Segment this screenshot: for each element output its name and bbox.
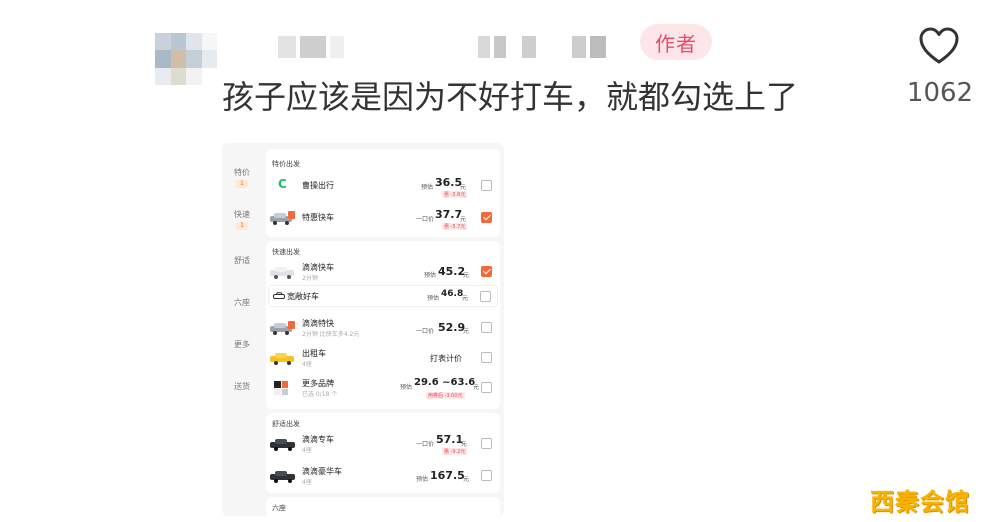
discount-tag: 用券后 -3.00元 bbox=[426, 392, 465, 399]
section-title: 六座 bbox=[272, 504, 286, 512]
list-item[interactable]: 特惠快车 一口价 37.7 元 惠 -5.7元 bbox=[266, 203, 500, 233]
sidebar-item-six-seat[interactable]: 六座 bbox=[222, 297, 262, 308]
sidebar-item-delivery[interactable]: 送货 bbox=[222, 381, 262, 392]
car-icon bbox=[270, 471, 295, 483]
section-title: 快速出发 bbox=[272, 248, 300, 256]
section-six-seat: 六座 bbox=[266, 497, 500, 516]
section-comfort: 舒适出发 滴滴专车 4座 一口价 57.1 元 惠 -9.2元 滴滴豪华车 4座… bbox=[266, 413, 500, 493]
username-blurred-2 bbox=[478, 36, 536, 58]
list-item[interactable]: 宽敞好车 预估 46.8 元 bbox=[268, 285, 498, 307]
sidebar-item-more[interactable]: 更多 bbox=[222, 339, 262, 350]
select-checkbox[interactable] bbox=[481, 352, 492, 363]
select-checkbox[interactable] bbox=[480, 291, 491, 302]
list-item[interactable]: 滴滴豪华车 4座 预估 167.5 元 bbox=[266, 461, 500, 491]
select-checkbox[interactable] bbox=[481, 180, 492, 191]
section-special: 特价出发 C 曹操出行 预估 36.5 元 惠 -3.8元 特惠快车 一口价 3… bbox=[266, 149, 500, 237]
select-checkbox[interactable] bbox=[481, 322, 492, 333]
taxi-icon bbox=[270, 353, 294, 365]
list-item[interactable]: C 曹操出行 预估 36.5 元 惠 -3.8元 bbox=[266, 171, 500, 201]
section-title: 特价出发 bbox=[272, 160, 300, 168]
car-icon bbox=[270, 211, 295, 225]
sidebar-item-fast[interactable]: 快速 1 bbox=[222, 209, 262, 230]
watermark-logo: 西秦会馆 bbox=[870, 488, 970, 516]
ride-hailing-screenshot: 特价 1 快速 1 舒适 六座 更多 送货 特价出发 C 曹操出行 预估 36.… bbox=[222, 143, 504, 516]
list-item[interactable]: 滴滴专车 4座 一口价 57.1 元 惠 -9.2元 bbox=[266, 429, 500, 459]
username-blurred[interactable] bbox=[278, 36, 344, 58]
username-blurred-3 bbox=[572, 36, 606, 58]
list-item[interactable]: 出租车 4座 打表计价 bbox=[266, 343, 500, 373]
car-icon bbox=[270, 439, 295, 451]
like-count: 1062 bbox=[906, 78, 974, 108]
list-item[interactable]: 更多品牌 已选 0/18 个 预估 29.6 ~63.6 元 用券后 -3.00… bbox=[266, 373, 500, 403]
select-checkbox[interactable] bbox=[481, 438, 492, 449]
heart-icon[interactable] bbox=[918, 26, 960, 66]
avatar[interactable] bbox=[155, 33, 217, 85]
section-fast: 快速出发 滴滴快车 2分钟 预估 45.2 元 宽敞好车 预估 46.8 元 滴… bbox=[266, 241, 500, 409]
section-title: 舒适出发 bbox=[272, 420, 300, 428]
author-badge: 作者 bbox=[640, 24, 712, 60]
select-checkbox[interactable] bbox=[481, 470, 492, 481]
select-checkbox-checked[interactable] bbox=[481, 266, 492, 277]
sidebar-badge: 1 bbox=[236, 222, 248, 230]
sidebar-item-comfort[interactable]: 舒适 bbox=[222, 255, 262, 266]
car-outline-icon bbox=[273, 292, 285, 299]
sidebar-item-special[interactable]: 特价 1 bbox=[222, 167, 262, 188]
brand-logos-icon bbox=[274, 381, 288, 395]
discount-tag: 惠 -5.7元 bbox=[442, 223, 468, 230]
list-item[interactable]: 滴滴快车 2分钟 预估 45.2 元 bbox=[266, 257, 500, 287]
category-sidebar: 特价 1 快速 1 舒适 六座 更多 送货 bbox=[222, 143, 262, 516]
car-icon bbox=[270, 267, 294, 279]
discount-tag: 惠 -9.2元 bbox=[442, 448, 468, 455]
sidebar-badge: 1 bbox=[236, 180, 248, 188]
caocao-logo-icon: C bbox=[278, 177, 287, 191]
car-icon bbox=[270, 321, 295, 335]
select-checkbox-checked[interactable] bbox=[481, 212, 492, 223]
discount-tag: 惠 -3.8元 bbox=[442, 191, 468, 198]
list-item[interactable]: 滴滴特快 2分钟 比快车多4.2元 一口价 52.9 元 bbox=[266, 313, 500, 343]
select-checkbox[interactable] bbox=[481, 382, 492, 393]
comment-text: 孩子应该是因为不好打车，就都勾选上了 bbox=[222, 78, 799, 116]
